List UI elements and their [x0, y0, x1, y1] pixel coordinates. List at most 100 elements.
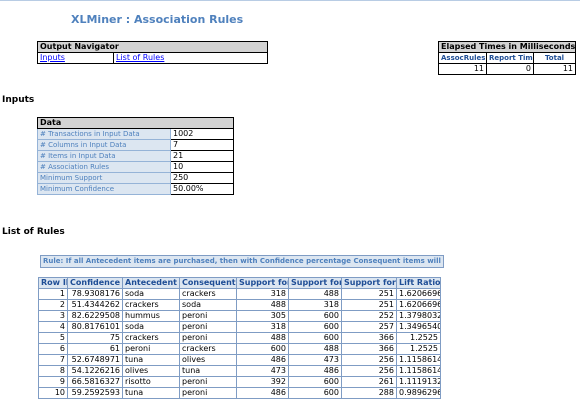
inputs-data-table: Data # Transactions in Input Data 1002 #… [36, 117, 235, 195]
rules-col-confidence: Confidence % [67, 277, 123, 289]
cell-lift: 1.62066966 [396, 288, 441, 300]
cell-row-id: 10 [38, 387, 68, 399]
cell-consequent: soda [179, 299, 237, 311]
inputs-data-header: Data [36, 117, 235, 129]
rules-col-row-id: Row ID [38, 277, 68, 289]
output-navigator: Output Navigator Inputs List of Rules [36, 41, 269, 64]
cell-lift: 1.37980328 [396, 310, 441, 322]
cell-support-ac: 256 [341, 365, 397, 377]
cell-consequent: peroni [179, 310, 237, 322]
elapsed-value-total: 11 [533, 63, 576, 75]
cell-support-ac: 261 [341, 376, 397, 388]
cell-consequent: crackers [179, 288, 237, 300]
cell-support-c: 486 [288, 365, 342, 377]
navigator-link-rules-label[interactable]: List of Rules [116, 54, 164, 63]
navigator-link-rules[interactable]: List of Rules [112, 52, 269, 64]
cell-support-c: 600 [288, 387, 342, 399]
cell-confidence: 59.2592593 [67, 387, 123, 399]
cell-antecedent: crackers [122, 299, 180, 311]
rules-section-title: List of Rules [2, 227, 65, 237]
cell-support-a: 318 [236, 288, 289, 300]
rules-col-support-ac: Support for A & C [341, 277, 397, 289]
cell-lift: 1.11191327 [396, 376, 441, 388]
input-value-min-confidence: 50.00% [169, 183, 235, 195]
elapsed-col-total: Total [533, 52, 576, 64]
cell-row-id: 3 [38, 310, 68, 322]
cell-support-a: 318 [236, 321, 289, 333]
cell-consequent: peroni [179, 321, 237, 333]
cell-support-c: 600 [288, 310, 342, 322]
table-row: 8 54.1226216 olives tuna 473 486 256 1.1… [38, 365, 441, 377]
cell-row-id: 9 [38, 376, 68, 388]
cell-confidence: 54.1226216 [67, 365, 123, 377]
cell-confidence: 66.5816327 [67, 376, 123, 388]
cell-support-c: 473 [288, 354, 342, 366]
cell-antecedent: soda [122, 321, 180, 333]
cell-lift: 1.34965409 [396, 321, 441, 333]
cell-antecedent: tuna [122, 354, 180, 366]
elapsed-value-report: 0 [486, 63, 534, 75]
cell-antecedent: hummus [122, 310, 180, 322]
cell-antecedent: risotto [122, 376, 180, 388]
cell-consequent: crackers [179, 343, 237, 355]
cell-support-a: 488 [236, 332, 289, 344]
input-value-min-support: 250 [169, 172, 235, 184]
cell-consequent: peroni [179, 387, 237, 399]
cell-support-c: 488 [288, 343, 342, 355]
inputs-section-title: Inputs [2, 95, 35, 105]
cell-row-id: 1 [38, 288, 68, 300]
elapsed-col-assocrules: AssocRules Time [438, 52, 487, 64]
cell-support-ac: 288 [341, 387, 397, 399]
cell-confidence: 80.8176101 [67, 321, 123, 333]
table-row: 4 80.8176101 soda peroni 318 600 257 1.3… [38, 321, 441, 333]
input-label-min-confidence: Minimum Confidence [37, 183, 171, 195]
cell-support-a: 486 [236, 354, 289, 366]
input-label-columns: # Columns in Input Data [37, 139, 171, 151]
table-row: 5 75 crackers peroni 488 600 366 1.2525 [38, 332, 441, 344]
cell-confidence: 75 [67, 332, 123, 344]
navigator-link-inputs-label[interactable]: Inputs [40, 54, 65, 63]
rules-header-row: Row ID Confidence % Antecedent (A) Conse… [38, 277, 441, 289]
cell-antecedent: tuna [122, 387, 180, 399]
cell-consequent: peroni [179, 376, 237, 388]
cell-support-ac: 252 [341, 310, 397, 322]
navigator-link-inputs[interactable]: Inputs [37, 52, 114, 64]
cell-confidence: 51.4344262 [67, 299, 123, 311]
cell-support-c: 318 [288, 299, 342, 311]
cell-support-ac: 366 [341, 332, 397, 344]
cell-support-ac: 257 [341, 321, 397, 333]
cell-consequent: tuna [179, 365, 237, 377]
input-value-transactions: 1002 [169, 128, 235, 140]
cell-row-id: 4 [38, 321, 68, 333]
elapsed-col-report: Report Time [486, 52, 534, 64]
top-border [0, 0, 580, 1]
rules-col-antecedent: Antecedent (A) [122, 277, 180, 289]
cell-row-id: 6 [38, 343, 68, 355]
cell-support-c: 600 [288, 321, 342, 333]
cell-row-id: 5 [38, 332, 68, 344]
input-value-rules: 10 [169, 161, 235, 173]
cell-support-a: 392 [236, 376, 289, 388]
cell-antecedent: crackers [122, 332, 180, 344]
table-row: 3 82.6229508 hummus peroni 305 600 252 1… [38, 310, 441, 322]
table-row: 6 61 peroni crackers 600 488 366 1.2525 [38, 343, 441, 355]
input-value-columns: 7 [169, 139, 235, 151]
cell-consequent: peroni [179, 332, 237, 344]
cell-support-c: 600 [288, 376, 342, 388]
rules-table: Row ID Confidence % Antecedent (A) Conse… [38, 277, 441, 399]
cell-lift: 1.2525 [396, 332, 441, 344]
input-value-items: 21 [169, 150, 235, 162]
cell-row-id: 8 [38, 365, 68, 377]
cell-lift: 1.11586146 [396, 354, 441, 366]
table-row: 2 51.4344262 crackers soda 488 318 251 1… [38, 299, 441, 311]
cell-support-ac: 251 [341, 299, 397, 311]
cell-lift: 1.62066966 [396, 299, 441, 311]
cell-support-c: 600 [288, 332, 342, 344]
cell-antecedent: olives [122, 365, 180, 377]
elapsed-header: Elapsed Times in Milliseconds [438, 41, 576, 53]
cell-lift: 1.11586146 [396, 365, 441, 377]
table-row: 9 66.5816327 risotto peroni 392 600 261 … [38, 376, 441, 388]
cell-support-a: 473 [236, 365, 289, 377]
rules-col-support-a: Support for A [236, 277, 289, 289]
cell-antecedent: peroni [122, 343, 180, 355]
